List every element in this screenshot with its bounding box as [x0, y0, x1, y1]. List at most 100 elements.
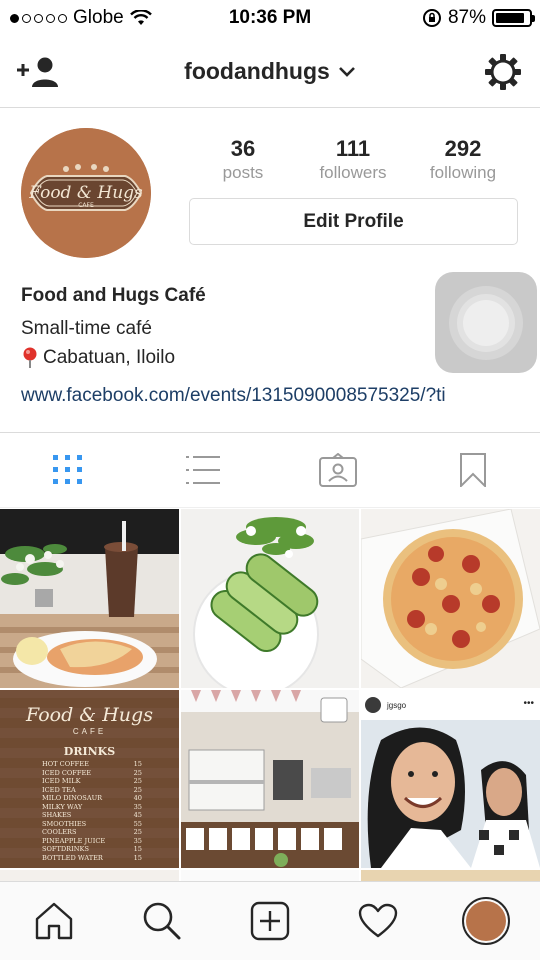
- post-image-interior: [181, 690, 359, 868]
- grid-post-7[interactable]: [0, 870, 179, 881]
- menu-item-price: 15: [133, 853, 142, 862]
- nav-search[interactable]: [108, 882, 216, 960]
- menu-item-name: BOTTLED WATER: [42, 853, 103, 862]
- menu-brand: Food & Hugs: [26, 704, 153, 726]
- bookmark-icon: [459, 453, 486, 487]
- menu-item: MILO DINOSAUR 40: [42, 794, 142, 803]
- menu-item: SHAKES 45: [42, 811, 142, 820]
- grid-view-icon: [52, 455, 82, 484]
- profile-header: foodandhugs: [0, 36, 540, 108]
- post-avatar: [365, 697, 381, 713]
- post-image-pizza: [361, 509, 540, 688]
- stat-following[interactable]: 292 following: [408, 136, 518, 183]
- pin-icon: [23, 347, 37, 368]
- followers-count: 111: [335, 136, 371, 161]
- menu-item-name: ICED MILK: [42, 777, 81, 785]
- account-switcher[interactable]: foodandhugs: [184, 58, 356, 85]
- battery-icon: [492, 9, 535, 27]
- grid-post-9[interactable]: [361, 870, 540, 881]
- status-left: Globe: [10, 7, 152, 29]
- menu-item-price: 25: [133, 785, 142, 794]
- profile-tab-avatar: [462, 897, 510, 945]
- menu-item: ICED TEA 25: [42, 786, 142, 795]
- following-count: 292: [444, 136, 482, 161]
- menu-item-name: SMOOTHIES: [42, 819, 87, 828]
- post-image-selfie: [361, 720, 540, 868]
- profile-name: Food and Hugs Café: [21, 285, 206, 306]
- menu-items-list: HOT COFFEE 15 ICED COFFEE 25 ICED MILK 25 ICED…: [42, 760, 142, 862]
- grid-post-5[interactable]: [181, 690, 359, 868]
- website-link[interactable]: www.facebook.com/events/1315090008575325…: [21, 385, 516, 407]
- menu-item-name: MILKY WAY: [42, 802, 83, 811]
- grid-post-4[interactable]: Food & Hugs CAFE DRINKS HOT COFFEE 15 ICED…: [0, 690, 179, 868]
- gear-icon[interactable]: [484, 53, 522, 91]
- nav-profile[interactable]: [432, 882, 540, 960]
- nav-new-post[interactable]: [216, 882, 324, 960]
- menu-item: PINEAPPLE JUICE 35: [42, 837, 142, 846]
- menu-board: Food & Hugs CAFE DRINKS HOT COFFEE 15 ICED…: [0, 690, 179, 868]
- location-text: Cabatuan, Iloilo: [43, 347, 176, 368]
- nav-activity[interactable]: [324, 882, 432, 960]
- tab-list[interactable]: [135, 433, 270, 507]
- menu-item: BOTTLED WATER 15: [42, 854, 142, 863]
- bio-text: Small-time café: [21, 318, 152, 339]
- menu-item-name: ICED COFFEE: [42, 768, 92, 777]
- menu-item-name: COOLERS: [42, 828, 77, 836]
- menu-item-price: 45: [133, 811, 142, 819]
- chevron-down-icon: [338, 66, 355, 77]
- add-user-icon[interactable]: [14, 56, 60, 88]
- menu-item-name: SHAKES: [42, 811, 72, 819]
- profile-avatar[interactable]: Food & Hugs CAFE: [21, 128, 151, 258]
- profile-stats: 36 posts 111 followers 292 following: [188, 136, 518, 183]
- carrier-label: Globe: [73, 7, 124, 28]
- menu-item-price: 25: [133, 768, 142, 777]
- followers-label: followers: [319, 163, 387, 182]
- battery-percent: 87%: [447, 7, 486, 28]
- heart-icon: [358, 903, 398, 938]
- menu-item-price: 25: [133, 828, 142, 836]
- menu-item-price: 15: [133, 760, 142, 768]
- cafe-logo: Food & Hugs CAFE: [21, 128, 151, 258]
- grid-post-2[interactable]: [181, 509, 359, 688]
- following-label: following: [429, 163, 497, 182]
- menu-item-price: 55: [133, 819, 142, 828]
- logo-subtext: CAFE: [78, 202, 94, 209]
- edit-profile-button[interactable]: Edit Profile: [189, 198, 518, 245]
- posts-count: 36: [230, 136, 256, 161]
- menu-item-name: ICED TEA: [42, 785, 76, 794]
- nav-home[interactable]: [0, 882, 108, 960]
- assistive-touch-button[interactable]: [435, 272, 537, 373]
- post-image-frappe: [0, 509, 179, 688]
- post-username: jgsgo: [387, 700, 407, 710]
- posts-label: posts: [222, 163, 264, 182]
- grid-post-3[interactable]: [361, 509, 540, 688]
- grid-post-6[interactable]: jgsgo •••: [361, 690, 540, 868]
- menu-item: SOFTDRINKS 15: [42, 845, 142, 854]
- add-post-icon: [250, 901, 290, 941]
- menu-item: ICED MILK 25: [42, 777, 142, 786]
- menu-item: ICED COFFEE 25: [42, 769, 142, 778]
- stat-followers[interactable]: 111 followers: [298, 136, 408, 183]
- rotation-lock-icon: [422, 9, 441, 27]
- bio-location: Cabatuan, Iloilo: [21, 347, 175, 369]
- tab-tagged[interactable]: [270, 433, 405, 507]
- username-title: foodandhugs: [184, 58, 330, 84]
- tab-saved[interactable]: [405, 433, 540, 507]
- menu-item-price: 25: [133, 777, 142, 785]
- logo-text: Food & Hugs: [28, 183, 143, 203]
- menu-item-name: MILO DINOSAUR: [42, 794, 103, 802]
- menu-item-name: PINEAPPLE JUICE: [42, 836, 106, 845]
- photo-grid: Food & Hugs CAFE DRINKS HOT COFFEE 15 ICED…: [0, 509, 540, 881]
- view-tabs: [0, 432, 540, 508]
- stat-posts[interactable]: 36 posts: [188, 136, 298, 183]
- wifi-icon: [129, 10, 152, 25]
- post-header: jgsgo •••: [361, 690, 540, 720]
- menu-item: SMOOTHIES 55: [42, 820, 142, 829]
- more-options-icon: •••: [523, 698, 534, 709]
- grid-post-1[interactable]: [0, 509, 179, 688]
- battery-level: [496, 13, 524, 23]
- tab-grid[interactable]: [0, 433, 135, 507]
- post-image-cucumbers: [181, 509, 359, 688]
- menu-item: HOT COFFEE 15: [42, 760, 142, 769]
- grid-post-8[interactable]: [181, 870, 359, 881]
